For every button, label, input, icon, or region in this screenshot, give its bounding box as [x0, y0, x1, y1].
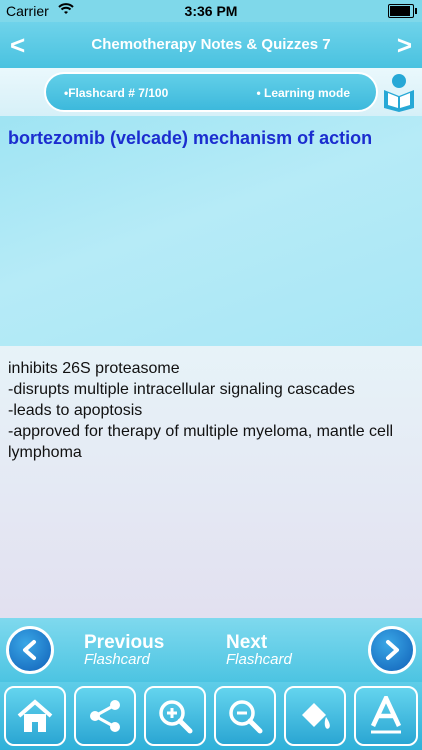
flashcard-info-pill: •Flashcard # 7/100 • Learning mode [44, 72, 378, 112]
info-bar: •Flashcard # 7/100 • Learning mode [0, 68, 422, 116]
next-flashcard-button[interactable]: Next Flashcard [212, 620, 422, 680]
answer-text: inhibits 26S proteasome -disrupts multip… [8, 360, 394, 461]
flashcard-navigation: Previous Flashcard Next Flashcard [0, 618, 422, 682]
chevron-right-icon [368, 626, 416, 674]
question-panel: bortezomib (velcade) mechanism of action [0, 116, 422, 346]
previous-title: Previous [84, 632, 165, 653]
zoom-out-button[interactable] [214, 686, 276, 746]
chevron-left-icon [6, 626, 54, 674]
previous-label: Previous Flashcard [84, 632, 165, 668]
clock: 3:36 PM [184, 3, 238, 19]
status-bar: Carrier 3:36 PM [0, 0, 422, 22]
next-label: Next Flashcard [226, 632, 292, 668]
home-button[interactable] [4, 686, 66, 746]
previous-subtitle: Flashcard [84, 651, 150, 668]
theme-color-button[interactable] [284, 686, 346, 746]
next-title: Next [226, 632, 268, 653]
previous-flashcard-button[interactable]: Previous Flashcard [0, 620, 210, 680]
zoom-in-button[interactable] [144, 686, 206, 746]
font-button[interactable] [354, 686, 418, 746]
answer-panel: inhibits 26S proteasome -disrupts multip… [0, 346, 422, 618]
battery-icon [388, 4, 417, 18]
share-button[interactable] [74, 686, 136, 746]
bottom-toolbar [0, 682, 422, 750]
navigation-bar: < Chemotherapy Notes & Quizzes 7 > [0, 22, 422, 68]
forward-arrow-icon[interactable]: > [397, 30, 412, 61]
flashcard-counter: •Flashcard # 7/100 [64, 86, 169, 100]
reading-person-icon[interactable] [380, 72, 418, 112]
next-subtitle: Flashcard [226, 651, 292, 668]
page-title: Chemotherapy Notes & Quizzes 7 [91, 36, 331, 53]
question-text: bortezomib (velcade) mechanism of action [8, 128, 373, 148]
mode-label[interactable]: • Learning mode [256, 86, 350, 100]
